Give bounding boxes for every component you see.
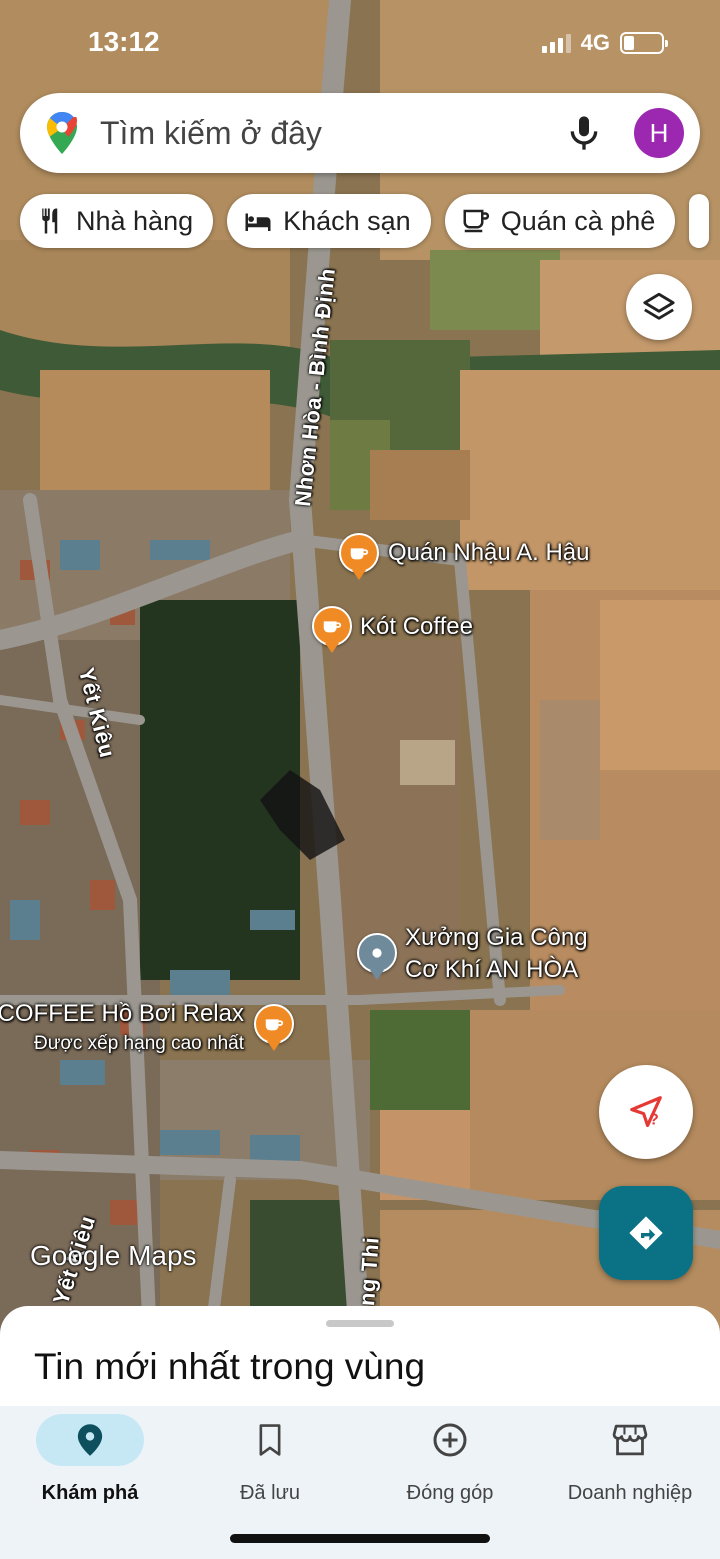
nav-explore[interactable]: Khám phá <box>0 1414 180 1505</box>
nav-business-pill <box>576 1414 684 1466</box>
cellular-signal-icon <box>541 33 571 53</box>
poi-pin-quan-nhau[interactable] <box>339 533 379 573</box>
microphone-icon[interactable] <box>564 113 604 153</box>
chip-hotels[interactable]: Khách sạn <box>227 194 431 248</box>
svg-text:?: ? <box>649 1112 659 1129</box>
add-circle-icon <box>433 1423 467 1457</box>
poi-pin-xuong[interactable] <box>357 933 397 973</box>
nav-label: Đóng góp <box>406 1482 494 1504</box>
explore-pin-icon <box>77 1424 103 1456</box>
search-input[interactable]: Tìm kiếm ở đây <box>100 115 564 152</box>
nav-explore-pill <box>36 1414 144 1466</box>
bottom-sheet[interactable]: Tin mới nhất trong vùng <box>0 1306 720 1416</box>
chip-restaurants[interactable]: Nhà hàng <box>20 194 214 248</box>
poi-label-relax[interactable]: COFFEE Hồ Bơi Relax Được xếp hạng cao nh… <box>0 999 244 1059</box>
google-maps-watermark: Google Maps <box>30 1240 197 1271</box>
road-label-bottom: ng Thi <box>354 1236 384 1307</box>
battery-icon <box>620 32 668 54</box>
nav-contribute-pill <box>396 1414 504 1466</box>
status-indicators: 4G <box>541 30 668 56</box>
status-time: 13:12 <box>88 26 160 57</box>
coffee-cup-icon <box>350 548 369 560</box>
directions-icon <box>629 1216 663 1250</box>
poi-label-xuong-line2: Cơ Khí AN HÒA <box>405 956 579 983</box>
nav-label: Khám phá <box>41 1482 139 1504</box>
google-maps-logo-icon <box>47 112 77 154</box>
chip-more-partial[interactable] <box>689 194 710 248</box>
location-unknown-icon: ? <box>630 1096 662 1129</box>
place-dot-icon <box>372 948 382 958</box>
chip-label: Nhà hàng <box>76 205 194 236</box>
poi-label-xuong[interactable]: Xưởng Gia Công Cơ Khí AN HÒA <box>405 922 588 986</box>
layers-button[interactable] <box>626 274 692 340</box>
coffee-icon <box>463 209 489 233</box>
nav-label: Đã lưu <box>239 1482 301 1504</box>
coffee-cup-icon <box>265 1019 284 1031</box>
poi-label-kot-coffee[interactable]: Kót Coffee <box>360 613 473 641</box>
directions-button[interactable] <box>599 1186 693 1280</box>
nav-saved-pill <box>216 1414 324 1466</box>
bookmark-icon <box>259 1424 281 1456</box>
restaurant-icon <box>42 208 58 234</box>
category-chips: Nhà hàng Khách sạn Quán cà phê <box>20 194 710 248</box>
layers-icon <box>643 292 675 320</box>
status-bar: 13:12 4G <box>0 0 720 80</box>
sheet-drag-handle[interactable] <box>326 1320 394 1327</box>
chip-label: Khách sạn <box>283 205 411 236</box>
my-location-button[interactable]: ? <box>599 1065 693 1159</box>
storefront-icon <box>612 1424 648 1456</box>
nav-contribute[interactable]: Đóng góp <box>360 1414 540 1505</box>
poi-label-xuong-line1: Xưởng Gia Công <box>405 924 588 951</box>
hotel-icon <box>245 213 271 231</box>
poi-pin-relax[interactable] <box>254 1004 294 1044</box>
poi-pin-kot-coffee[interactable] <box>312 606 352 646</box>
home-indicator[interactable] <box>230 1534 490 1543</box>
poi-label-quan-nhau[interactable]: Quán Nhậu A. Hậu <box>388 539 589 567</box>
nav-business[interactable]: Doanh nghiệp <box>540 1414 720 1505</box>
poi-label-relax-sub: Được xếp hạng cao nhất <box>33 1033 244 1054</box>
nav-label: Doanh nghiệp <box>567 1482 693 1504</box>
sheet-title: Tin mới nhất trong vùng <box>34 1346 426 1387</box>
account-avatar[interactable]: H <box>634 108 684 158</box>
search-bar[interactable]: Tìm kiếm ở đây H <box>20 93 700 173</box>
coffee-cup-icon <box>323 621 342 633</box>
chip-label: Quán cà phê <box>500 205 656 236</box>
chip-cafes[interactable]: Quán cà phê <box>444 194 676 248</box>
poi-label-relax-name: COFFEE Hồ Bơi Relax <box>0 1000 244 1027</box>
network-type: 4G <box>580 30 610 55</box>
nav-saved[interactable]: Đã lưu <box>180 1414 360 1505</box>
